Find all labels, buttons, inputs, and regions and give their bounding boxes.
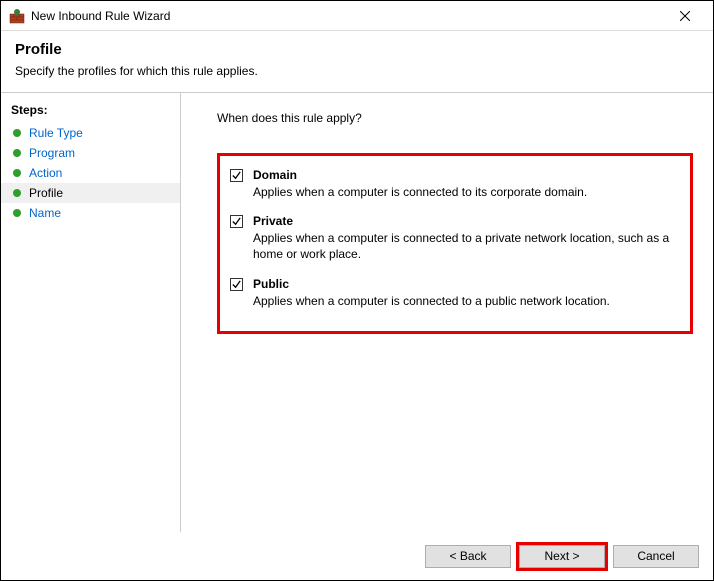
apply-question: When does this rule apply?	[217, 111, 693, 125]
step-action[interactable]: Action	[1, 163, 180, 183]
wizard-content: When does this rule apply? Domain Applie…	[181, 93, 713, 532]
close-button[interactable]	[665, 2, 705, 30]
next-button[interactable]: Next >	[519, 545, 605, 568]
checkbox-domain[interactable]	[230, 169, 243, 182]
step-profile[interactable]: Profile	[1, 183, 180, 203]
checkmark-icon	[231, 216, 242, 227]
profile-private: Private Applies when a computer is conne…	[230, 214, 676, 262]
profile-domain-desc: Applies when a computer is connected to …	[253, 184, 676, 200]
step-program[interactable]: Program	[1, 143, 180, 163]
step-bullet-icon	[13, 129, 21, 137]
window-title: New Inbound Rule Wizard	[31, 9, 665, 23]
profile-text: Public Applies when a computer is connec…	[253, 277, 676, 309]
page-subtitle: Specify the profiles for which this rule…	[15, 64, 699, 78]
page-title: Profile	[15, 41, 699, 58]
close-icon	[680, 11, 690, 21]
profile-public-desc: Applies when a computer is connected to …	[253, 293, 676, 309]
wizard-footer: < Back Next > Cancel	[1, 532, 713, 580]
wizard-window: New Inbound Rule Wizard Profile Specify …	[0, 0, 714, 581]
profile-public-label: Public	[253, 277, 676, 291]
titlebar: New Inbound Rule Wizard	[1, 1, 713, 31]
profile-private-desc: Applies when a computer is connected to …	[253, 230, 676, 262]
checkmark-icon	[231, 170, 242, 181]
step-label: Program	[29, 146, 75, 160]
cancel-button[interactable]: Cancel	[613, 545, 699, 568]
profile-private-label: Private	[253, 214, 676, 228]
step-label: Profile	[29, 186, 63, 200]
checkbox-public[interactable]	[230, 278, 243, 291]
wizard-header: Profile Specify the profiles for which t…	[1, 31, 713, 92]
profile-domain-label: Domain	[253, 168, 676, 182]
profile-domain: Domain Applies when a computer is connec…	[230, 168, 676, 200]
firewall-icon	[9, 8, 25, 24]
step-name[interactable]: Name	[1, 203, 180, 223]
step-label: Rule Type	[29, 126, 83, 140]
back-button[interactable]: < Back	[425, 545, 511, 568]
step-label: Action	[29, 166, 62, 180]
steps-heading: Steps:	[1, 99, 180, 123]
step-bullet-icon	[13, 169, 21, 177]
profiles-highlight-box: Domain Applies when a computer is connec…	[217, 153, 693, 334]
checkmark-icon	[231, 279, 242, 290]
steps-sidebar: Steps: Rule Type Program Action Profile …	[1, 93, 181, 532]
step-label: Name	[29, 206, 61, 220]
profile-text: Domain Applies when a computer is connec…	[253, 168, 676, 200]
checkbox-private[interactable]	[230, 215, 243, 228]
step-bullet-icon	[13, 209, 21, 217]
profile-text: Private Applies when a computer is conne…	[253, 214, 676, 262]
step-rule-type[interactable]: Rule Type	[1, 123, 180, 143]
profile-public: Public Applies when a computer is connec…	[230, 277, 676, 309]
step-bullet-icon	[13, 189, 21, 197]
step-bullet-icon	[13, 149, 21, 157]
wizard-body: Steps: Rule Type Program Action Profile …	[1, 92, 713, 532]
